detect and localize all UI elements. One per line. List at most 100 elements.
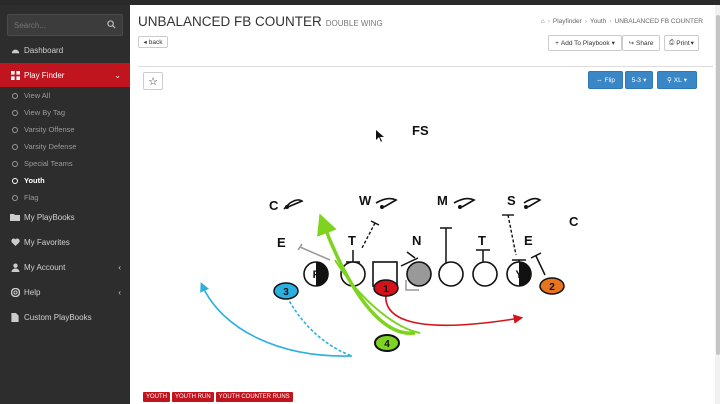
nav-dashboard-label: Dashboard xyxy=(24,45,64,55)
circle-icon xyxy=(12,177,18,184)
star-icon: ☆ xyxy=(148,75,158,88)
tag-list: YOUTH YOUTH RUN YOUTH COUNTER RUNS xyxy=(143,392,293,402)
document-icon xyxy=(10,312,20,322)
player-rg xyxy=(406,261,432,287)
breadcrumb: ⌂ › Playfinder › Youth › UNBALANCED FB COUNTER xyxy=(540,18,703,25)
flip-button[interactable]: ⇔ Flip xyxy=(588,71,623,89)
circle-icon xyxy=(12,194,18,201)
defender-e-right: E xyxy=(524,233,533,248)
home-icon[interactable]: ⌂ xyxy=(541,18,545,25)
user-icon xyxy=(10,262,20,272)
defender-w: W xyxy=(359,193,372,208)
add-to-playbook-button[interactable]: + Add To Playbook ▾ xyxy=(548,35,622,51)
defender-c-right: C xyxy=(569,214,579,229)
chevron-left-icon: ‹ xyxy=(118,262,121,272)
sub-view-by-tag[interactable]: View By Tag xyxy=(0,104,130,121)
back-4-label: 4 xyxy=(384,339,390,350)
share-icon: ↪ xyxy=(628,40,635,47)
defender-m: M xyxy=(437,193,448,208)
back-3-label: 3 xyxy=(283,287,289,298)
player-te xyxy=(472,261,498,287)
nav-help[interactable]: Help ‹ xyxy=(0,280,130,304)
nav-my-playbooks[interactable]: My PlayBooks xyxy=(0,205,130,229)
nav-my-favorites[interactable]: My Favorites xyxy=(0,230,130,254)
sub-view-all[interactable]: View All xyxy=(0,87,130,104)
defender-fs: FS xyxy=(412,123,429,138)
front-label: 5-3 xyxy=(631,76,642,84)
nav-dashboard[interactable]: Dashboard xyxy=(0,38,130,62)
sub-varsity-defense[interactable]: Varsity Defense xyxy=(0,138,130,155)
scrollbar-thumb[interactable] xyxy=(716,15,720,355)
defender-s: S xyxy=(507,193,516,208)
caret-icon: ▾ xyxy=(683,77,687,84)
tag-youth-run[interactable]: YOUTH RUN xyxy=(172,392,214,402)
print-label: Print xyxy=(676,39,690,47)
add-label: Add To Playbook xyxy=(560,39,610,47)
tag-youth-counter-runs[interactable]: YOUTH COUNTER RUNS xyxy=(215,392,293,402)
sub-label: Flag xyxy=(24,193,39,202)
chevron-left-icon: ‹ xyxy=(118,287,121,297)
back-arrow-icon: ◂ xyxy=(143,39,147,46)
mouse-cursor xyxy=(376,130,384,142)
sub-label: Special Teams xyxy=(24,159,73,168)
zoom-label: XL xyxy=(673,76,682,84)
heart-icon xyxy=(10,237,20,247)
player-rt xyxy=(438,261,464,287)
back-2-label: 2 xyxy=(549,282,555,293)
breadcrumb-current: UNBALANCED FB COUNTER xyxy=(614,18,703,25)
search-box[interactable] xyxy=(7,14,123,36)
plus-icon: + xyxy=(555,39,559,47)
player-y-label: Y xyxy=(515,269,523,281)
sub-label: Varsity Offense xyxy=(24,125,75,134)
sub-varsity-offense[interactable]: Varsity Offense xyxy=(0,121,130,138)
caret-icon: ▾ xyxy=(643,77,647,84)
play-diagram: FS C W M S C E T N T E F Y 1 2 3 4 xyxy=(200,123,579,357)
nav-custom-playbooks-label: Custom PlayBooks xyxy=(24,312,92,322)
back-1-label: 1 xyxy=(383,284,389,295)
caret-icon: ▾ xyxy=(611,40,615,47)
share-button[interactable]: ↪ Share xyxy=(622,35,660,51)
breadcrumb-playfinder[interactable]: Playfinder xyxy=(553,18,582,25)
divider xyxy=(138,66,713,67)
share-label: Share xyxy=(636,39,654,47)
defender-c-left: C xyxy=(269,198,279,213)
sub-special-teams[interactable]: Special Teams xyxy=(0,155,130,172)
sub-label: View All xyxy=(24,91,51,100)
breadcrumb-youth[interactable]: Youth xyxy=(590,18,606,25)
page-subtitle: DOUBLE WING xyxy=(325,19,383,28)
favorite-star-button[interactable]: ☆ xyxy=(143,72,163,90)
defender-t-left: T xyxy=(348,233,356,248)
flip-icon: ⇔ xyxy=(596,76,603,84)
search-icon[interactable] xyxy=(107,20,116,29)
sub-label: Varsity Defense xyxy=(24,142,77,151)
tag-youth[interactable]: YOUTH xyxy=(143,392,170,402)
back-button[interactable]: ◂ back xyxy=(138,36,168,48)
circle-icon xyxy=(12,92,18,99)
player-f-label: F xyxy=(313,269,320,281)
print-icon: ⎙ xyxy=(669,39,675,46)
search-input[interactable] xyxy=(8,15,104,35)
nav-play-finder-label: Play Finder xyxy=(24,70,65,80)
nav-my-playbooks-label: My PlayBooks xyxy=(24,212,75,222)
defender-n: N xyxy=(412,233,421,248)
print-button[interactable]: ⎙ Print ▾ xyxy=(664,35,699,51)
sub-flag[interactable]: Flag xyxy=(0,189,130,206)
chevron-down-icon: ⌄ xyxy=(114,70,121,80)
nav-help-label: Help xyxy=(24,287,41,297)
defender-e-left: E xyxy=(277,235,286,250)
defender-t-right: T xyxy=(478,233,486,248)
nav-custom-playbooks[interactable]: Custom PlayBooks xyxy=(0,305,130,329)
nav-my-account[interactable]: My Account ‹ xyxy=(0,255,130,279)
nav-my-favorites-label: My Favorites xyxy=(24,237,70,247)
page-title-text: UNBALANCED FB COUNTER xyxy=(138,14,322,29)
nav-play-finder[interactable]: Play Finder ⌄ xyxy=(0,63,130,87)
sub-youth[interactable]: Youth xyxy=(0,172,130,189)
zoom-select-button[interactable]: ⚲ XL ▾ xyxy=(657,71,697,89)
main-content: UNBALANCED FB COUNTER DOUBLE WING ⌂ › Playf… xyxy=(130,5,720,404)
scrollbar[interactable] xyxy=(715,5,720,404)
circle-icon xyxy=(12,109,18,116)
front-select-button[interactable]: 5-3 ▾ xyxy=(625,71,653,89)
dashboard-icon xyxy=(10,45,20,55)
back-label: back xyxy=(148,38,163,46)
sub-label: View By Tag xyxy=(24,108,65,117)
